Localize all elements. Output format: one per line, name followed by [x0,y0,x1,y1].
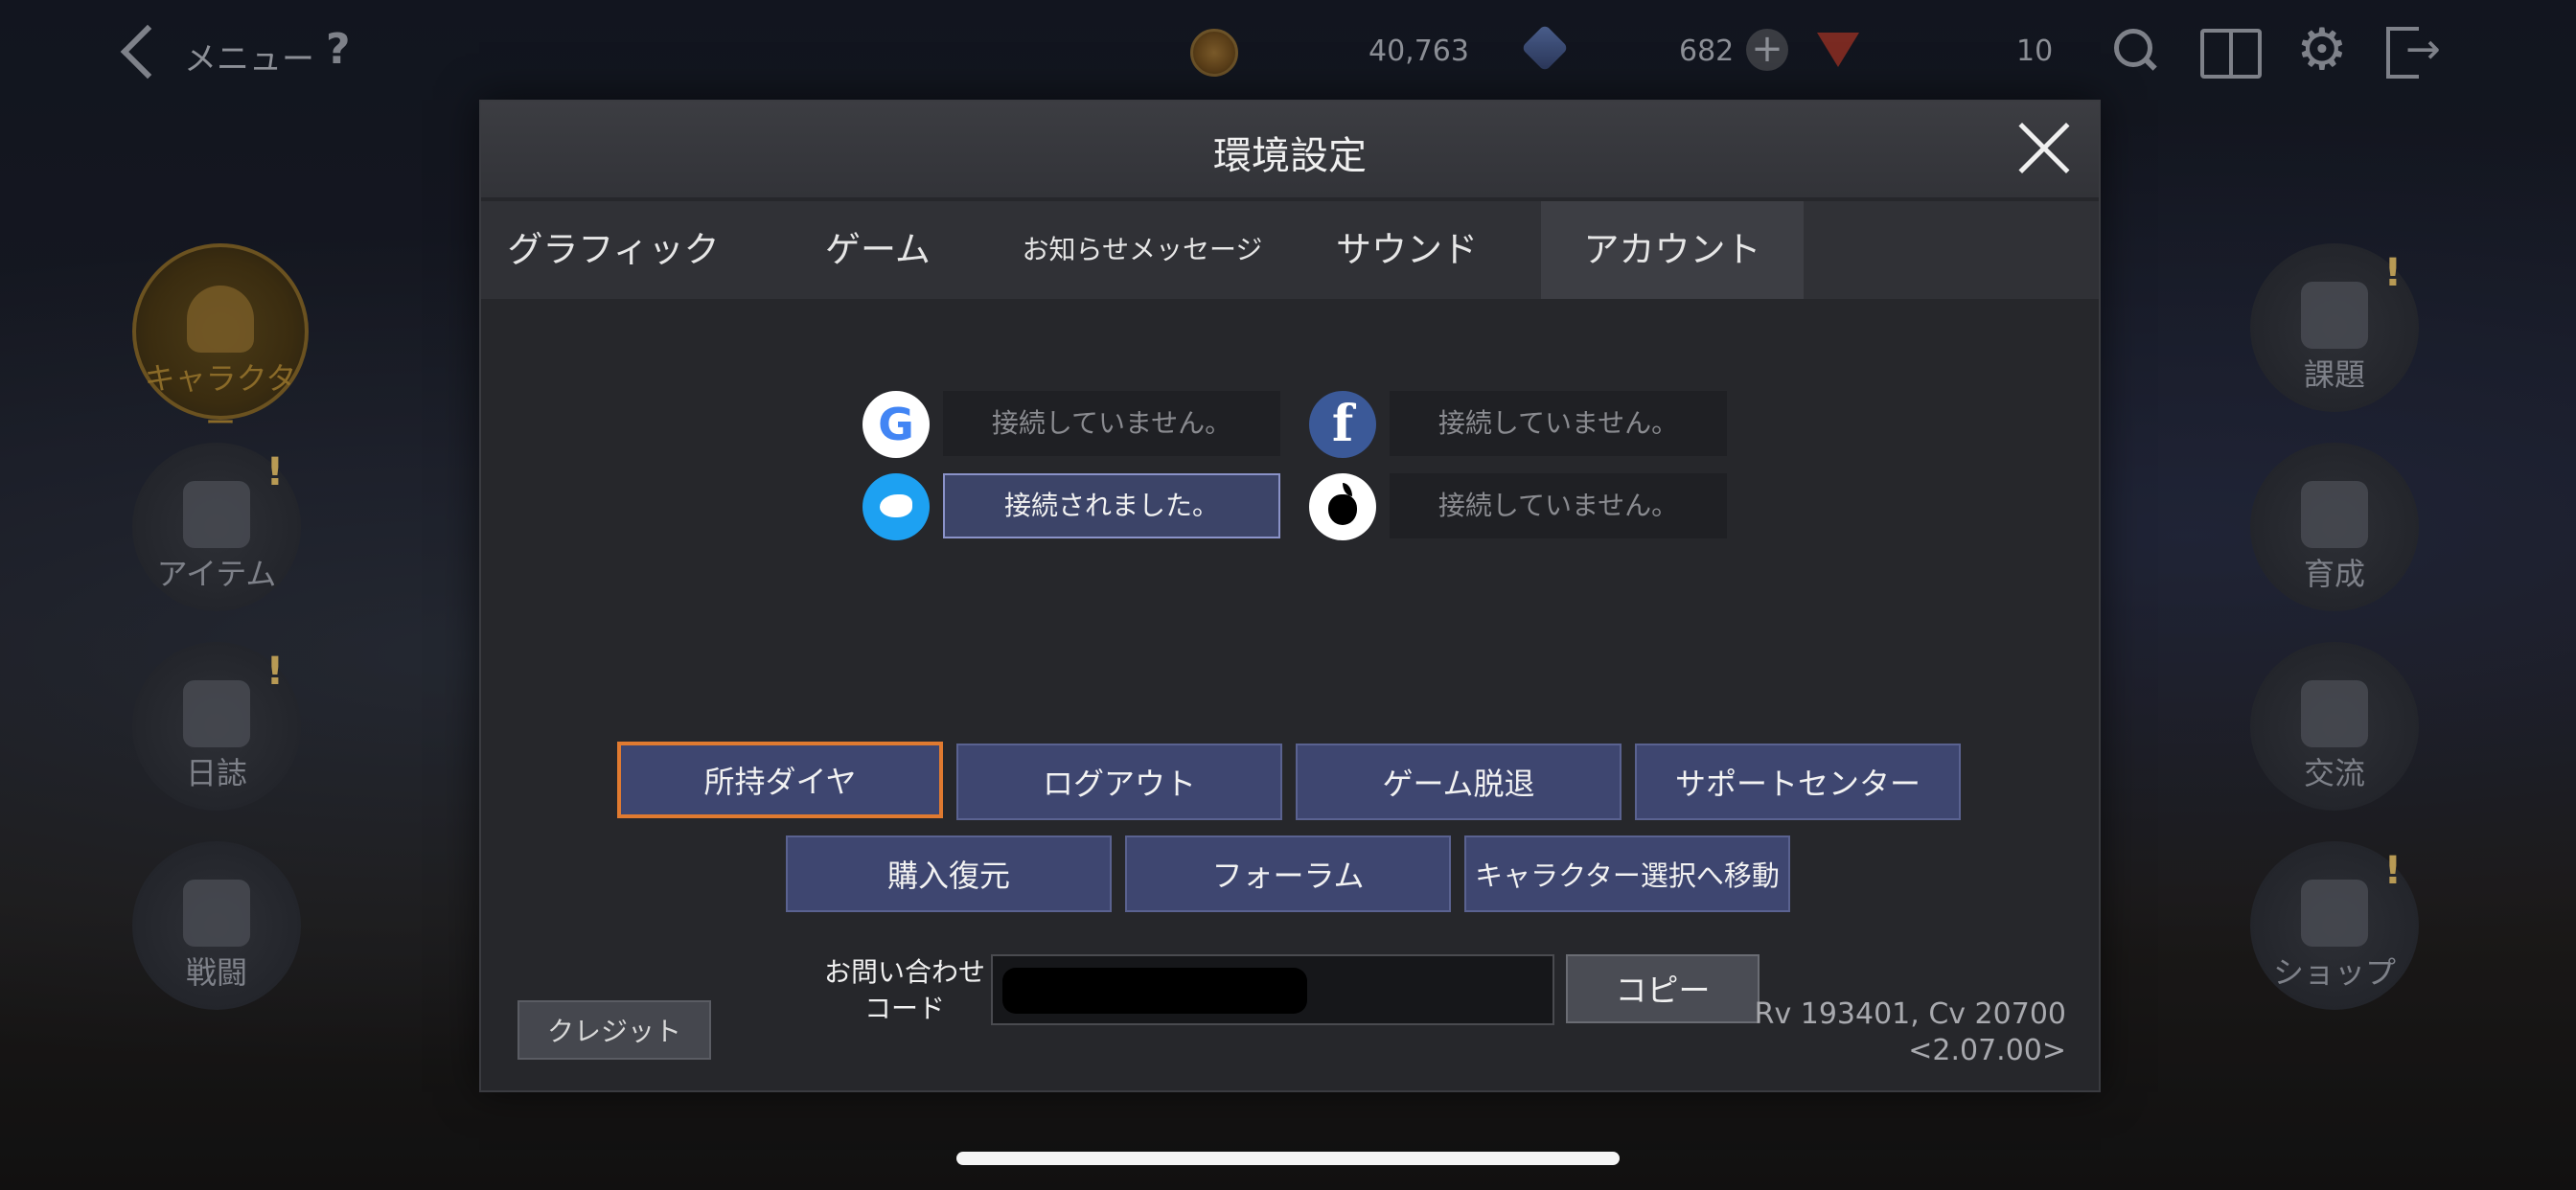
facebook-icon[interactable]: f [1309,391,1376,458]
alert-icon: ! [265,650,284,694]
inquiry-label-line: コード [863,993,945,1024]
crystal-value: 682 [1679,34,1735,68]
dialog-header: 環境設定 [481,102,2099,197]
logout-button[interactable]: ログアウト [956,744,1282,820]
side-menu-label: アイテム [156,556,277,592]
top-bar: メニュー ? 40,763 682 + 10 ⚙ [0,0,2576,105]
podium-icon [2301,680,2368,747]
support-center-button[interactable]: サポートセンター [1635,744,1961,820]
tab-graphics[interactable]: グラフィック [481,201,746,299]
gold-value: 40,763 [1368,34,1469,68]
copy-button[interactable]: コピー [1566,954,1760,1023]
side-menu-growth[interactable]: 育成 [2250,443,2419,611]
money-bag-icon [2301,880,2368,947]
menu-label[interactable]: メニュー [184,33,314,80]
search-icon[interactable] [2114,29,2152,67]
owned-dia-button[interactable]: 所持ダイヤ [617,742,943,818]
credit-button[interactable]: クレジット [518,1000,711,1060]
character-select-button[interactable]: キャラクター選択へ移動 [1464,835,1790,912]
side-menu-shop[interactable]: ショップ ! [2250,841,2419,1010]
helmet-icon [187,286,254,353]
apple-status[interactable]: 接続していません。 [1390,473,1727,538]
side-menu-label: 育成 [2303,556,2365,592]
side-menu-battle[interactable]: 戦闘 [132,841,301,1010]
side-menu-character[interactable]: キャラクター [132,243,309,441]
close-icon[interactable] [2014,119,2074,178]
google-icon[interactable]: G [862,391,930,458]
crossed-swords-icon [183,880,250,947]
inquiry-code-field[interactable] [991,954,1554,1025]
alert-icon: ! [2383,849,2402,893]
side-menu-label: 戦闘 [185,954,247,991]
redacted-code [1002,968,1307,1014]
ruby-icon [1817,33,1859,67]
dialog-title: 環境設定 [1213,134,1367,178]
facebook-status[interactable]: 接続していません。 [1390,391,1727,456]
map-icon[interactable] [2200,29,2262,79]
apple-icon[interactable] [1309,473,1376,540]
home-indicator[interactable] [956,1152,1620,1165]
gear-icon[interactable]: ⚙ [2296,21,2348,79]
tab-game[interactable]: ゲーム [746,201,1010,299]
tab-sound[interactable]: サウンド [1275,201,1539,299]
withdraw-button[interactable]: ゲーム脱退 [1296,744,1622,820]
side-menu-quest[interactable]: 課題 ! [2250,243,2419,412]
google-status[interactable]: 接続していません。 [943,391,1280,456]
side-menu-journal[interactable]: 日誌 ! [132,642,301,811]
tab-bar: グラフィック ゲーム お知らせメッセージ サウンド アカウント [481,201,2099,299]
version-info: Rv 193401, Cv 20700 <2.07.00> [1755,996,2066,1069]
alert-icon: ! [265,450,284,494]
book-icon [183,680,250,747]
side-menu-label: ショップ [2272,954,2396,991]
side-menu-social[interactable]: 交流 [2250,642,2419,811]
back-icon[interactable] [115,19,163,86]
side-menu-label: キャラクター [144,360,297,441]
twitter-icon[interactable] [862,473,930,540]
side-menu-label: 課題 [2303,356,2365,393]
tab-notifications[interactable]: お知らせメッセージ [1010,201,1275,299]
restore-purchase-button[interactable]: 購入復元 [786,835,1112,912]
exit-icon[interactable] [2386,25,2441,79]
twitter-status[interactable]: 接続されました。 [943,473,1280,538]
ruby-value: 10 [2016,34,2054,68]
settings-dialog: 環境設定 グラフィック ゲーム お知らせメッセージ サウンド アカウント G 接… [479,100,2101,1092]
backpack-icon [183,481,250,548]
version-line: Rv 193401, Cv 20700 [1754,997,2066,1031]
add-currency-icon[interactable]: + [1746,29,1788,71]
emblem-icon [2301,481,2368,548]
inquiry-code-label: お問い合わせ コード [809,954,1000,1027]
tab-account[interactable]: アカウント [1541,201,1804,299]
alert-icon: ! [2383,251,2402,295]
side-menu-item[interactable]: アイテム ! [132,443,301,611]
crystal-icon [1521,24,1569,72]
scroll-icon [2301,282,2368,349]
gold-coin-icon [1190,29,1238,77]
help-icon[interactable]: ? [326,25,351,74]
version-line: <2.07.00> [1908,1034,2066,1067]
inquiry-label-line: お問い合わせ [823,956,985,988]
forum-button[interactable]: フォーラム [1125,835,1451,912]
side-menu-label: 交流 [2303,755,2365,791]
side-menu-label: 日誌 [185,755,247,791]
